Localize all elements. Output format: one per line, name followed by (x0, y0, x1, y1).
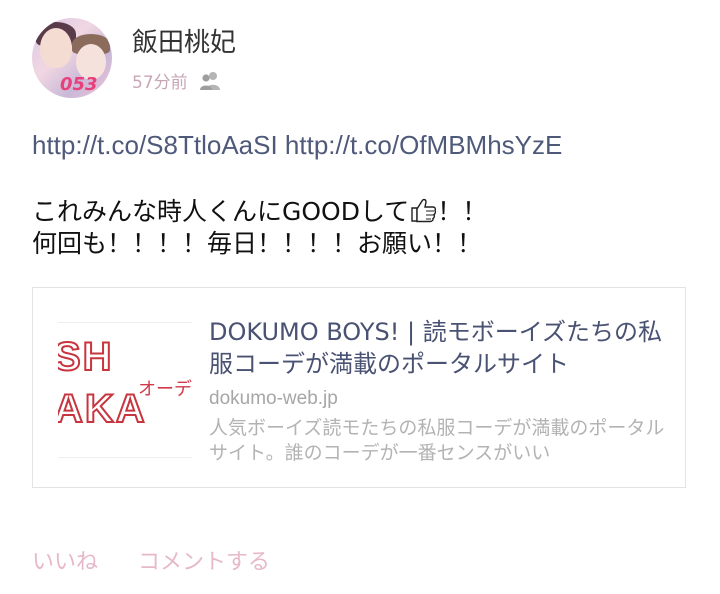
link-preview-description: 人気ボーイズ読モたちの私服コーデが満載のポータルサイト。誰のコーデが一番センスが… (209, 417, 665, 464)
author-avatar[interactable]: 053 (32, 18, 112, 98)
post-actions: いいね コメントする (32, 544, 270, 576)
post-body-line: 何回も！！！！毎日！！！！お願い！！ (32, 229, 483, 258)
thumbnail-text: SH (58, 334, 114, 380)
post-time: 57分前 (132, 73, 188, 93)
friends-icon (198, 71, 222, 91)
link-preview-domain: dokumo-web.jp (209, 388, 338, 409)
post-text: これみんな時人くんにGOODして (32, 197, 410, 226)
comment-button[interactable]: コメントする (138, 544, 270, 576)
post-body: これみんな時人くんにGOODして ！！ 何回も！！！！毎日！！！！お願い！！ (32, 196, 487, 260)
thumbnail-text: AKA (58, 386, 147, 432)
link-preview-thumbnail: SH AKA オーデ (58, 322, 192, 458)
author-name[interactable]: 飯田桃妃 (132, 22, 236, 59)
avatar-badge-text: 053 (60, 74, 98, 95)
post-links: http://t.co/S8TtloAaSI http://t.co/OfMBM… (32, 130, 562, 161)
thumbnail-text: オーデ (138, 379, 192, 400)
post-text: ！！ (437, 197, 488, 226)
post-link[interactable]: http://t.co/S8TtloAaSI (32, 130, 278, 160)
link-preview-card[interactable]: SH AKA オーデ DOKUMO BOYS! | 読モボーイズたちの私服コーデ… (32, 287, 686, 488)
timeline-post: 053 飯田桃妃 57分前 http://t.co/S8TtloAaSI htt… (0, 0, 720, 594)
like-button[interactable]: いいね (32, 544, 98, 576)
post-meta: 57分前 (132, 68, 222, 93)
post-body-line: これみんな時人くんにGOODして ！！ (32, 196, 487, 228)
avatar-face-shape (40, 28, 72, 68)
thumbs-up-icon (409, 197, 437, 223)
link-preview-title: DOKUMO BOYS! | 読モボーイズたちの私服コーデが満載のポータルサイト (209, 318, 663, 378)
post-link[interactable]: http://t.co/OfMBMhsYzE (285, 130, 562, 160)
